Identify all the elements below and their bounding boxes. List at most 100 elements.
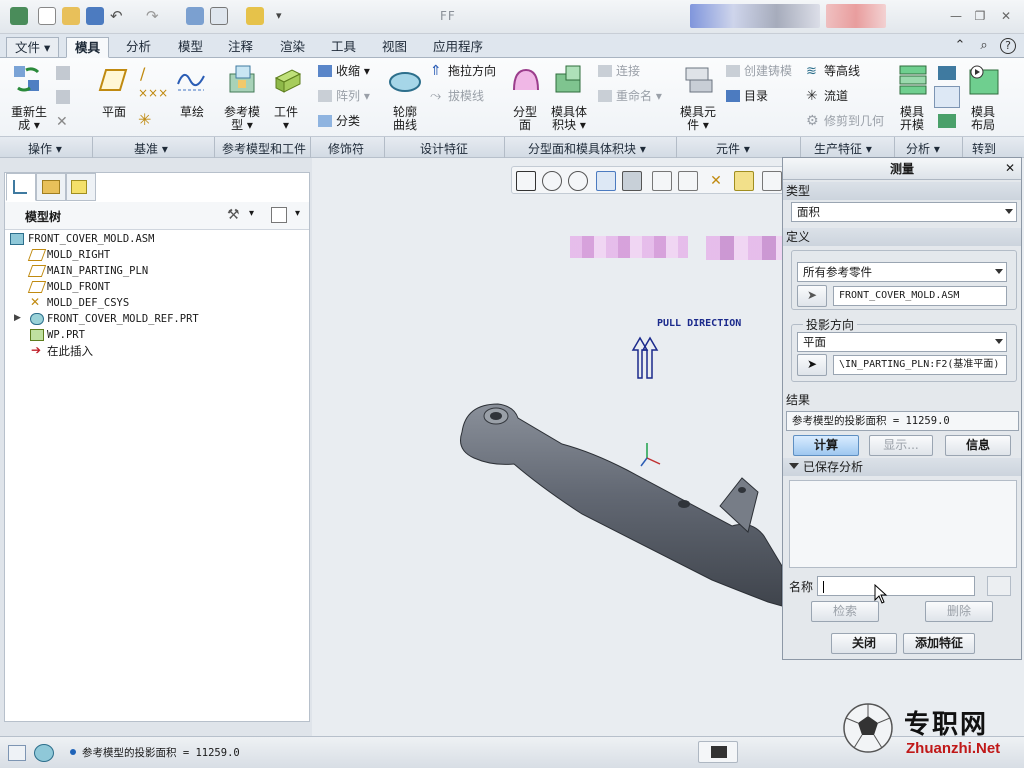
shrink-button[interactable]: 收缩 ▾: [336, 64, 370, 78]
group-production-features[interactable]: 生产特征 ▾: [814, 140, 872, 157]
tree-item-ref-part[interactable]: FRONT_COVER_MOLD_REF.PRT: [47, 312, 199, 327]
reference-model-icon[interactable]: [226, 64, 258, 96]
workpiece-button[interactable]: 工件 ▾: [270, 106, 302, 132]
mold-volume-icon[interactable]: [552, 64, 586, 96]
tree-show-dropdown-icon[interactable]: ▾: [295, 208, 300, 219]
mold-opening-icon[interactable]: [898, 64, 930, 96]
tab-annotate[interactable]: 注释: [220, 37, 261, 58]
silhouette-curve-button[interactable]: 轮廓 曲线: [390, 106, 420, 132]
add-feature-button[interactable]: 添加特征: [903, 633, 975, 654]
select-projection-button[interactable]: ➤: [797, 354, 827, 376]
regenerate-icon[interactable]: [12, 64, 42, 94]
tree-item-main-parting-pln[interactable]: MAIN_PARTING_PLN: [47, 264, 148, 279]
tab-file[interactable]: 文件 ▾: [6, 37, 60, 58]
mold-opening-button[interactable]: 模具 开模: [896, 106, 928, 132]
mold-reference-part-icon[interactable]: [452, 396, 784, 616]
tree-item-mold-def-csys[interactable]: MOLD_DEF_CSYS: [47, 296, 129, 311]
mold-layout-button[interactable]: 模具 布局: [966, 106, 1000, 132]
help-icon[interactable]: ?: [1000, 38, 1016, 54]
tree-toggle-icon[interactable]: [8, 745, 26, 761]
annotation-display-icon[interactable]: [762, 171, 782, 191]
close-window-icon[interactable]: [246, 7, 264, 25]
close-icon[interactable]: ✕: [998, 9, 1014, 23]
contour-icon[interactable]: ≋: [806, 64, 817, 79]
point-icon[interactable]: ×××: [138, 86, 168, 100]
regenerate-qa-icon[interactable]: [186, 7, 204, 25]
tab-render[interactable]: 渲染: [272, 37, 313, 58]
reference-parts-select[interactable]: 所有参考零件: [797, 262, 1007, 282]
datum-display-icon[interactable]: ✕: [706, 171, 726, 191]
group-analysis[interactable]: 分析 ▾: [906, 140, 940, 157]
tab-applications[interactable]: 应用程序: [425, 37, 491, 58]
drag-direction-button[interactable]: 拖拉方向: [448, 64, 496, 78]
runner-icon[interactable]: ✳: [806, 88, 818, 104]
tab-mold[interactable]: 模具: [66, 37, 110, 58]
group-datum[interactable]: 基准 ▾: [134, 140, 168, 157]
browser-toggle-icon[interactable]: [34, 744, 54, 762]
group-operations[interactable]: 操作 ▾: [28, 140, 62, 157]
dialog-close-icon[interactable]: ✕: [1005, 161, 1015, 175]
zoom-in-icon[interactable]: [542, 171, 562, 191]
regenerate-button[interactable]: 重新生成 ▾: [8, 106, 50, 132]
tree-settings-icon[interactable]: ⚒: [227, 207, 245, 223]
saved-analysis-list[interactable]: [789, 480, 1017, 568]
draft-check-icon[interactable]: [938, 66, 956, 80]
collapse-arrow-icon[interactable]: [789, 463, 799, 469]
windows-icon[interactable]: [210, 7, 228, 25]
saved-views-icon[interactable]: [652, 171, 672, 191]
contour-button[interactable]: 等高线: [824, 64, 860, 78]
tab-tools[interactable]: 工具: [323, 37, 364, 58]
selection-filter-icon[interactable]: [698, 741, 738, 763]
new-file-icon[interactable]: [38, 7, 56, 25]
reference-model-button[interactable]: 参考模型 ▾: [222, 106, 262, 132]
silhouette-curve-icon[interactable]: [388, 66, 422, 96]
spin-center-icon[interactable]: [734, 171, 754, 191]
axis-icon[interactable]: /: [140, 64, 145, 83]
mold-volume-button[interactable]: 模具体 积块 ▾: [548, 106, 590, 132]
sketch-button[interactable]: 草绘: [178, 106, 206, 119]
refit-icon[interactable]: [516, 171, 536, 191]
minimize-icon[interactable]: —: [948, 9, 964, 23]
zoom-out-icon[interactable]: [568, 171, 588, 191]
select-reference-button[interactable]: ➤: [797, 285, 827, 307]
restore-icon[interactable]: ❐: [972, 9, 988, 23]
undo-icon[interactable]: ↶: [110, 7, 128, 25]
tab-model[interactable]: 模型: [170, 37, 211, 58]
tree-item-insert-here[interactable]: 在此插入: [47, 344, 93, 359]
datum-plane-icon[interactable]: [98, 66, 128, 94]
tree-item-mold-front[interactable]: MOLD_FRONT: [47, 280, 110, 295]
classify-icon[interactable]: [318, 115, 332, 127]
info-button[interactable]: 信息: [945, 435, 1011, 456]
search-icon[interactable]: ⌕: [976, 38, 992, 54]
tree-item-assembly[interactable]: FRONT_COVER_MOLD.ASM: [28, 232, 154, 247]
pull-direction-arrow-icon[interactable]: [630, 336, 660, 380]
csys-icon[interactable]: ✳: [138, 110, 151, 129]
thickness-check-icon[interactable]: [934, 86, 960, 108]
classify-button[interactable]: 分类: [336, 114, 360, 128]
runner-button[interactable]: 流道: [824, 89, 848, 103]
drag-direction-icon[interactable]: ⇑: [430, 63, 442, 79]
collapse-ribbon-icon[interactable]: ⌃: [952, 38, 968, 54]
catalog-button[interactable]: 目录: [744, 89, 768, 103]
open-folder-icon[interactable]: [62, 7, 80, 25]
measure-type-select[interactable]: 面积: [791, 202, 1017, 222]
sketch-icon[interactable]: [176, 66, 206, 94]
close-button[interactable]: 关闭: [831, 633, 897, 654]
repaint-icon[interactable]: [596, 171, 616, 191]
redo-icon[interactable]: ↷: [146, 7, 164, 25]
display-style-icon[interactable]: [622, 171, 642, 191]
compute-button[interactable]: 计算: [793, 435, 859, 456]
tree-item-mold-right[interactable]: MOLD_RIGHT: [47, 248, 110, 263]
workpiece-icon[interactable]: [272, 64, 304, 96]
tab-analysis[interactable]: 分析: [118, 37, 159, 58]
parting-surface-icon[interactable]: [510, 64, 542, 96]
catalog-icon[interactable]: [726, 90, 740, 102]
plane-button[interactable]: 平面: [100, 106, 128, 119]
customize-qa-icon[interactable]: ▾: [276, 7, 294, 25]
name-input[interactable]: [817, 576, 975, 596]
parting-surface-button[interactable]: 分型面: [510, 106, 540, 132]
projection-type-select[interactable]: 平面: [797, 332, 1007, 352]
mold-component-button[interactable]: 模具元件 ▾: [678, 106, 718, 132]
tree-item-wp-part[interactable]: WP.PRT: [47, 328, 85, 343]
mold-layout-icon[interactable]: [968, 64, 1002, 96]
